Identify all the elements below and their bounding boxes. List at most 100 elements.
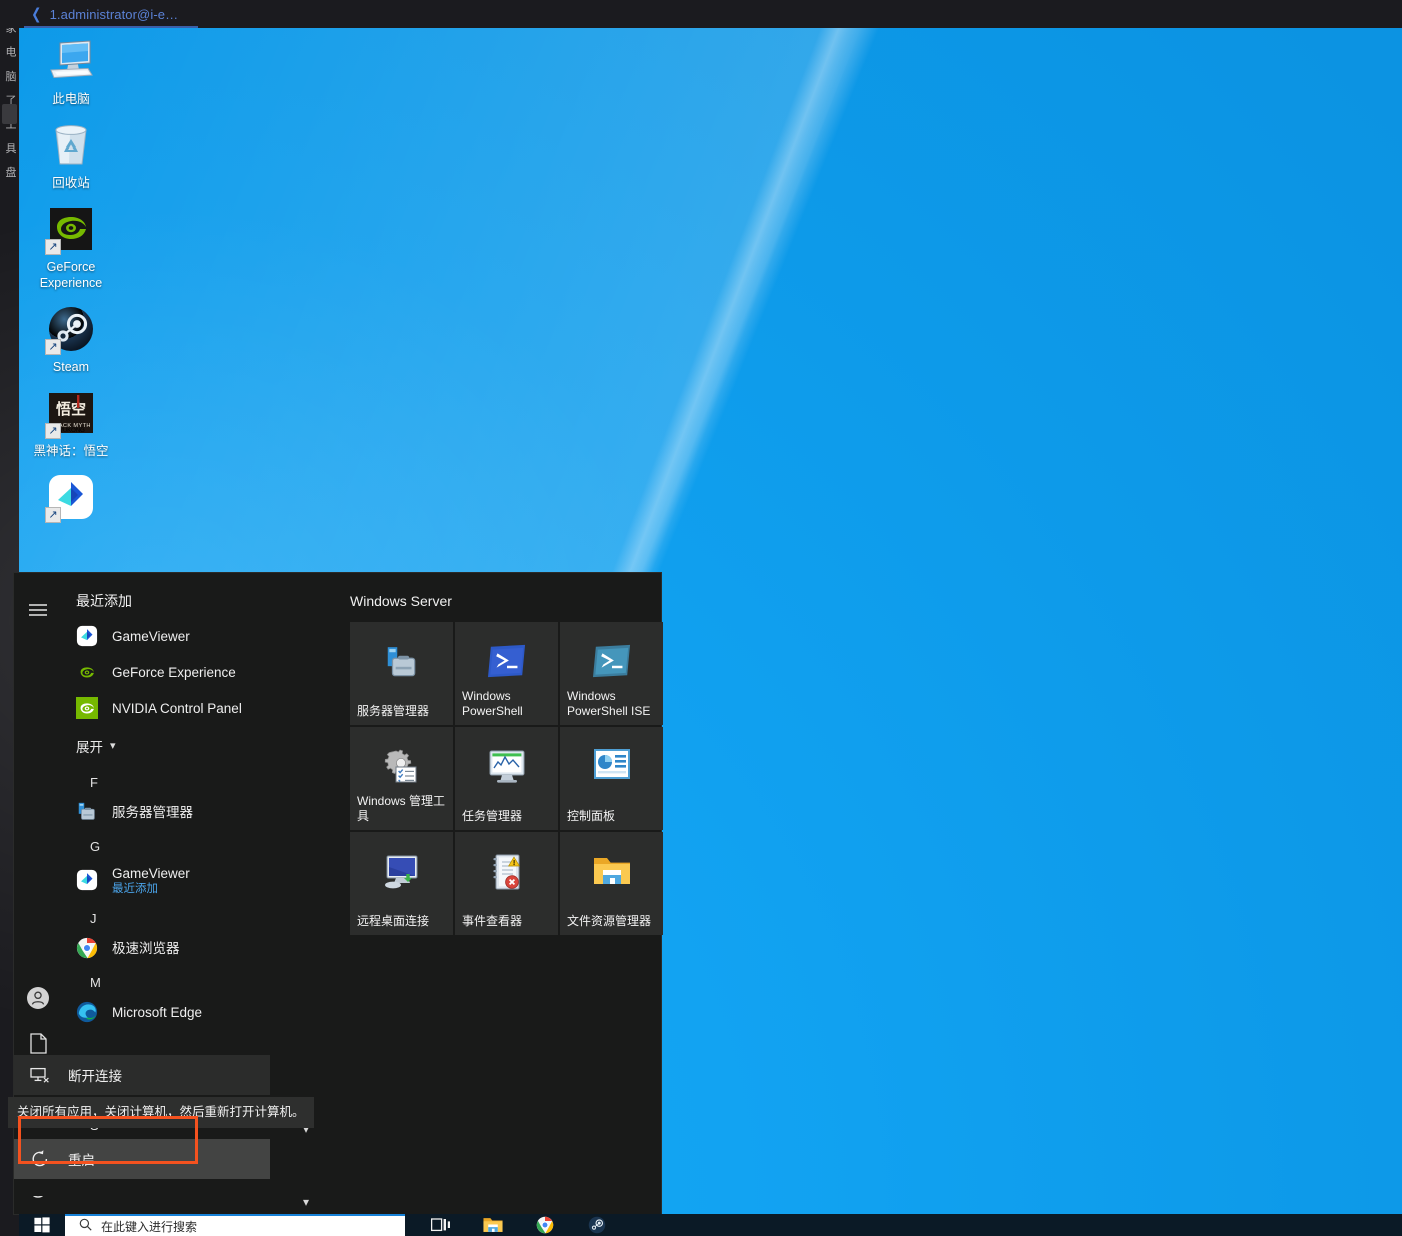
powershell-icon	[455, 644, 558, 678]
restart-tooltip: 关闭所有应用，关闭计算机，然后重新打开计算机。	[8, 1097, 314, 1128]
power-menu-item-label: 重启	[68, 1153, 95, 1168]
user-account-icon[interactable]	[14, 976, 62, 1020]
this-pc-icon	[47, 37, 95, 85]
desktop-icon-gameviewer[interactable]: ↗	[25, 467, 117, 531]
app-row-server-manager[interactable]: 服务器管理器	[62, 794, 336, 830]
file-explorer-icon[interactable]	[481, 1215, 505, 1235]
desktop-icon-label: Steam	[52, 360, 90, 374]
chevron-left-icon[interactable]: ❮	[31, 7, 41, 22]
tile-file-explorer[interactable]: 文件资源管理器	[560, 832, 663, 935]
search-placeholder-text: 在此键入进行搜索	[101, 1219, 198, 1234]
gameviewer-icon: ↗	[45, 473, 95, 523]
nvidia-control-panel-icon	[76, 697, 98, 719]
task-manager-icon	[455, 749, 558, 785]
chrome-icon[interactable]	[533, 1215, 557, 1235]
chevron-down-icon: ▾	[110, 739, 116, 752]
power-flyout-bottom-spacer	[14, 1179, 270, 1196]
desktop-icon-steam[interactable]: ↗ Steam	[25, 299, 117, 379]
tile-control-panel[interactable]: 控制面板	[560, 727, 663, 830]
gameviewer-icon	[76, 625, 98, 647]
desktop-icon-geforce-experience[interactable]: ↗ GeForce Experience	[25, 199, 117, 295]
powershell-ise-icon	[560, 644, 663, 678]
client-top-bar: ❮ 1.administrator@i-e…	[0, 0, 1402, 28]
app-row-label: NVIDIA Control Panel	[112, 700, 242, 716]
app-group-letter-j[interactable]: J	[62, 902, 336, 930]
app-group-letter-m[interactable]: M	[62, 966, 336, 994]
tile-label: 事件查看器	[462, 914, 523, 928]
rdp-session-window: 家 电 脑 了 工 具 盘 ❮ 1.administrator@i-e… 此电脑…	[0, 0, 1402, 1236]
expand-label: 展开	[76, 740, 103, 755]
gameviewer-icon	[76, 869, 98, 891]
expand-recently-added-button[interactable]: 展开 ▾	[62, 726, 336, 766]
app-row-geforce-experience-recent[interactable]: GeForce Experience	[62, 654, 336, 690]
server-manager-icon	[350, 644, 453, 682]
tile-label: 控制面板	[567, 809, 616, 823]
tile-windows-powershell[interactable]: Windows PowerShell	[455, 622, 558, 725]
desktop-icon-this-pc[interactable]: 此电脑	[25, 31, 117, 111]
app-row-label: 服务器管理器	[112, 804, 193, 820]
collapse-chevron-steam-group[interactable]: ▾	[303, 1195, 309, 1209]
tiles-grid: 服务器管理器 Windows PowerShell Windows PowerS…	[350, 622, 663, 935]
search-icon	[79, 1218, 92, 1234]
session-tab[interactable]: ❮ 1.administrator@i-e…	[24, 0, 190, 28]
tile-remote-desktop-connection[interactable]: 远程桌面连接	[350, 832, 453, 935]
desktop-icon-label: GeForce Experience	[39, 260, 103, 290]
steam-icon: ↗	[45, 305, 95, 355]
tile-label: Windows 管理工具	[357, 794, 446, 823]
power-menu-item-disconnect[interactable]: 断开连接	[14, 1055, 270, 1095]
app-row-label: GameViewer	[112, 628, 190, 644]
shortcut-badge-icon: ↗	[45, 339, 61, 355]
app-group-letter-g[interactable]: G	[62, 830, 336, 858]
power-menu-item-label: 断开连接	[68, 1069, 122, 1084]
tile-server-manager[interactable]: 服务器管理器	[350, 622, 453, 725]
task-view-icon[interactable]	[429, 1215, 453, 1235]
app-row-gameviewer-recent[interactable]: GameViewer	[62, 618, 336, 654]
app-row-label: GameViewer	[112, 865, 190, 881]
restart-icon	[30, 1149, 50, 1169]
admin-tools-icon	[350, 749, 453, 785]
tile-event-viewer[interactable]: 事件查看器	[455, 832, 558, 935]
tile-label: Windows PowerShell ISE	[567, 689, 651, 718]
desktop-icon-label: 回收站	[52, 176, 90, 190]
hamburger-icon[interactable]	[14, 588, 62, 632]
recently-added-list: GameViewer GeForce Experience NVIDIA Con…	[62, 610, 336, 726]
desktop-icon-label: 黑神话：悟空	[33, 444, 109, 458]
desktop-icon-label: 此电脑	[52, 92, 90, 106]
app-group-letter-f[interactable]: F	[62, 766, 336, 794]
shortcut-badge-icon: ↗	[45, 507, 61, 523]
svg-text:WUKONG: WUKONG	[57, 428, 85, 434]
shortcut-badge-icon: ↗	[45, 239, 61, 255]
app-row-sublabel: 最近添加	[112, 882, 158, 895]
app-row-gameviewer[interactable]: GameViewer 最近添加	[62, 858, 336, 902]
recycle-bin-icon	[47, 121, 95, 169]
tile-windows-admin-tools[interactable]: Windows 管理工具	[350, 727, 453, 830]
power-menu-item-restart[interactable]: 重启	[14, 1139, 270, 1179]
session-tab-label: 1.administrator@i-e…	[49, 6, 179, 22]
app-row-label: 极速浏览器	[112, 940, 180, 956]
recently-added-heading: 最近添加	[76, 593, 132, 609]
app-row-label: GeForce Experience	[112, 664, 236, 680]
windows-start-icon[interactable]	[19, 1214, 65, 1236]
app-row-microsoft-edge[interactable]: Microsoft Edge	[62, 994, 336, 1030]
app-row-label: Microsoft Edge	[112, 1004, 203, 1020]
taskbar-pinned-items	[429, 1215, 609, 1235]
search-input[interactable]: 在此键入进行搜索	[65, 1214, 405, 1236]
control-panel-icon	[560, 749, 663, 779]
tile-label: 文件资源管理器	[567, 914, 652, 928]
taskbar: 在此键入进行搜索	[19, 1214, 1402, 1236]
geforce-experience-icon: ↗	[45, 205, 95, 255]
event-viewer-icon	[455, 854, 558, 892]
tiles-group-title: Windows Server	[350, 593, 452, 609]
tile-label: 远程桌面连接	[357, 914, 430, 928]
server-manager-icon	[76, 801, 98, 823]
steam-icon[interactable]	[585, 1215, 609, 1235]
desktop-icon-black-myth-wukong[interactable]: 悟空 BLACK MYTH WUKONG ↗ 黑神话：悟空	[25, 383, 117, 463]
client-rail-active-chip[interactable]	[2, 104, 17, 124]
shortcut-badge-icon: ↗	[45, 423, 61, 439]
tile-task-manager[interactable]: 任务管理器	[455, 727, 558, 830]
desktop-icon-recycle-bin[interactable]: 回收站	[25, 115, 117, 195]
app-row-nvidia-control-panel-recent[interactable]: NVIDIA Control Panel	[62, 690, 336, 726]
start-menu-tiles-pane: Windows Server 服务器管理器 Windows PowerShell…	[336, 573, 663, 1214]
app-row-jisu-browser[interactable]: 极速浏览器	[62, 930, 336, 966]
tile-windows-powershell-ise[interactable]: Windows PowerShell ISE	[560, 622, 663, 725]
